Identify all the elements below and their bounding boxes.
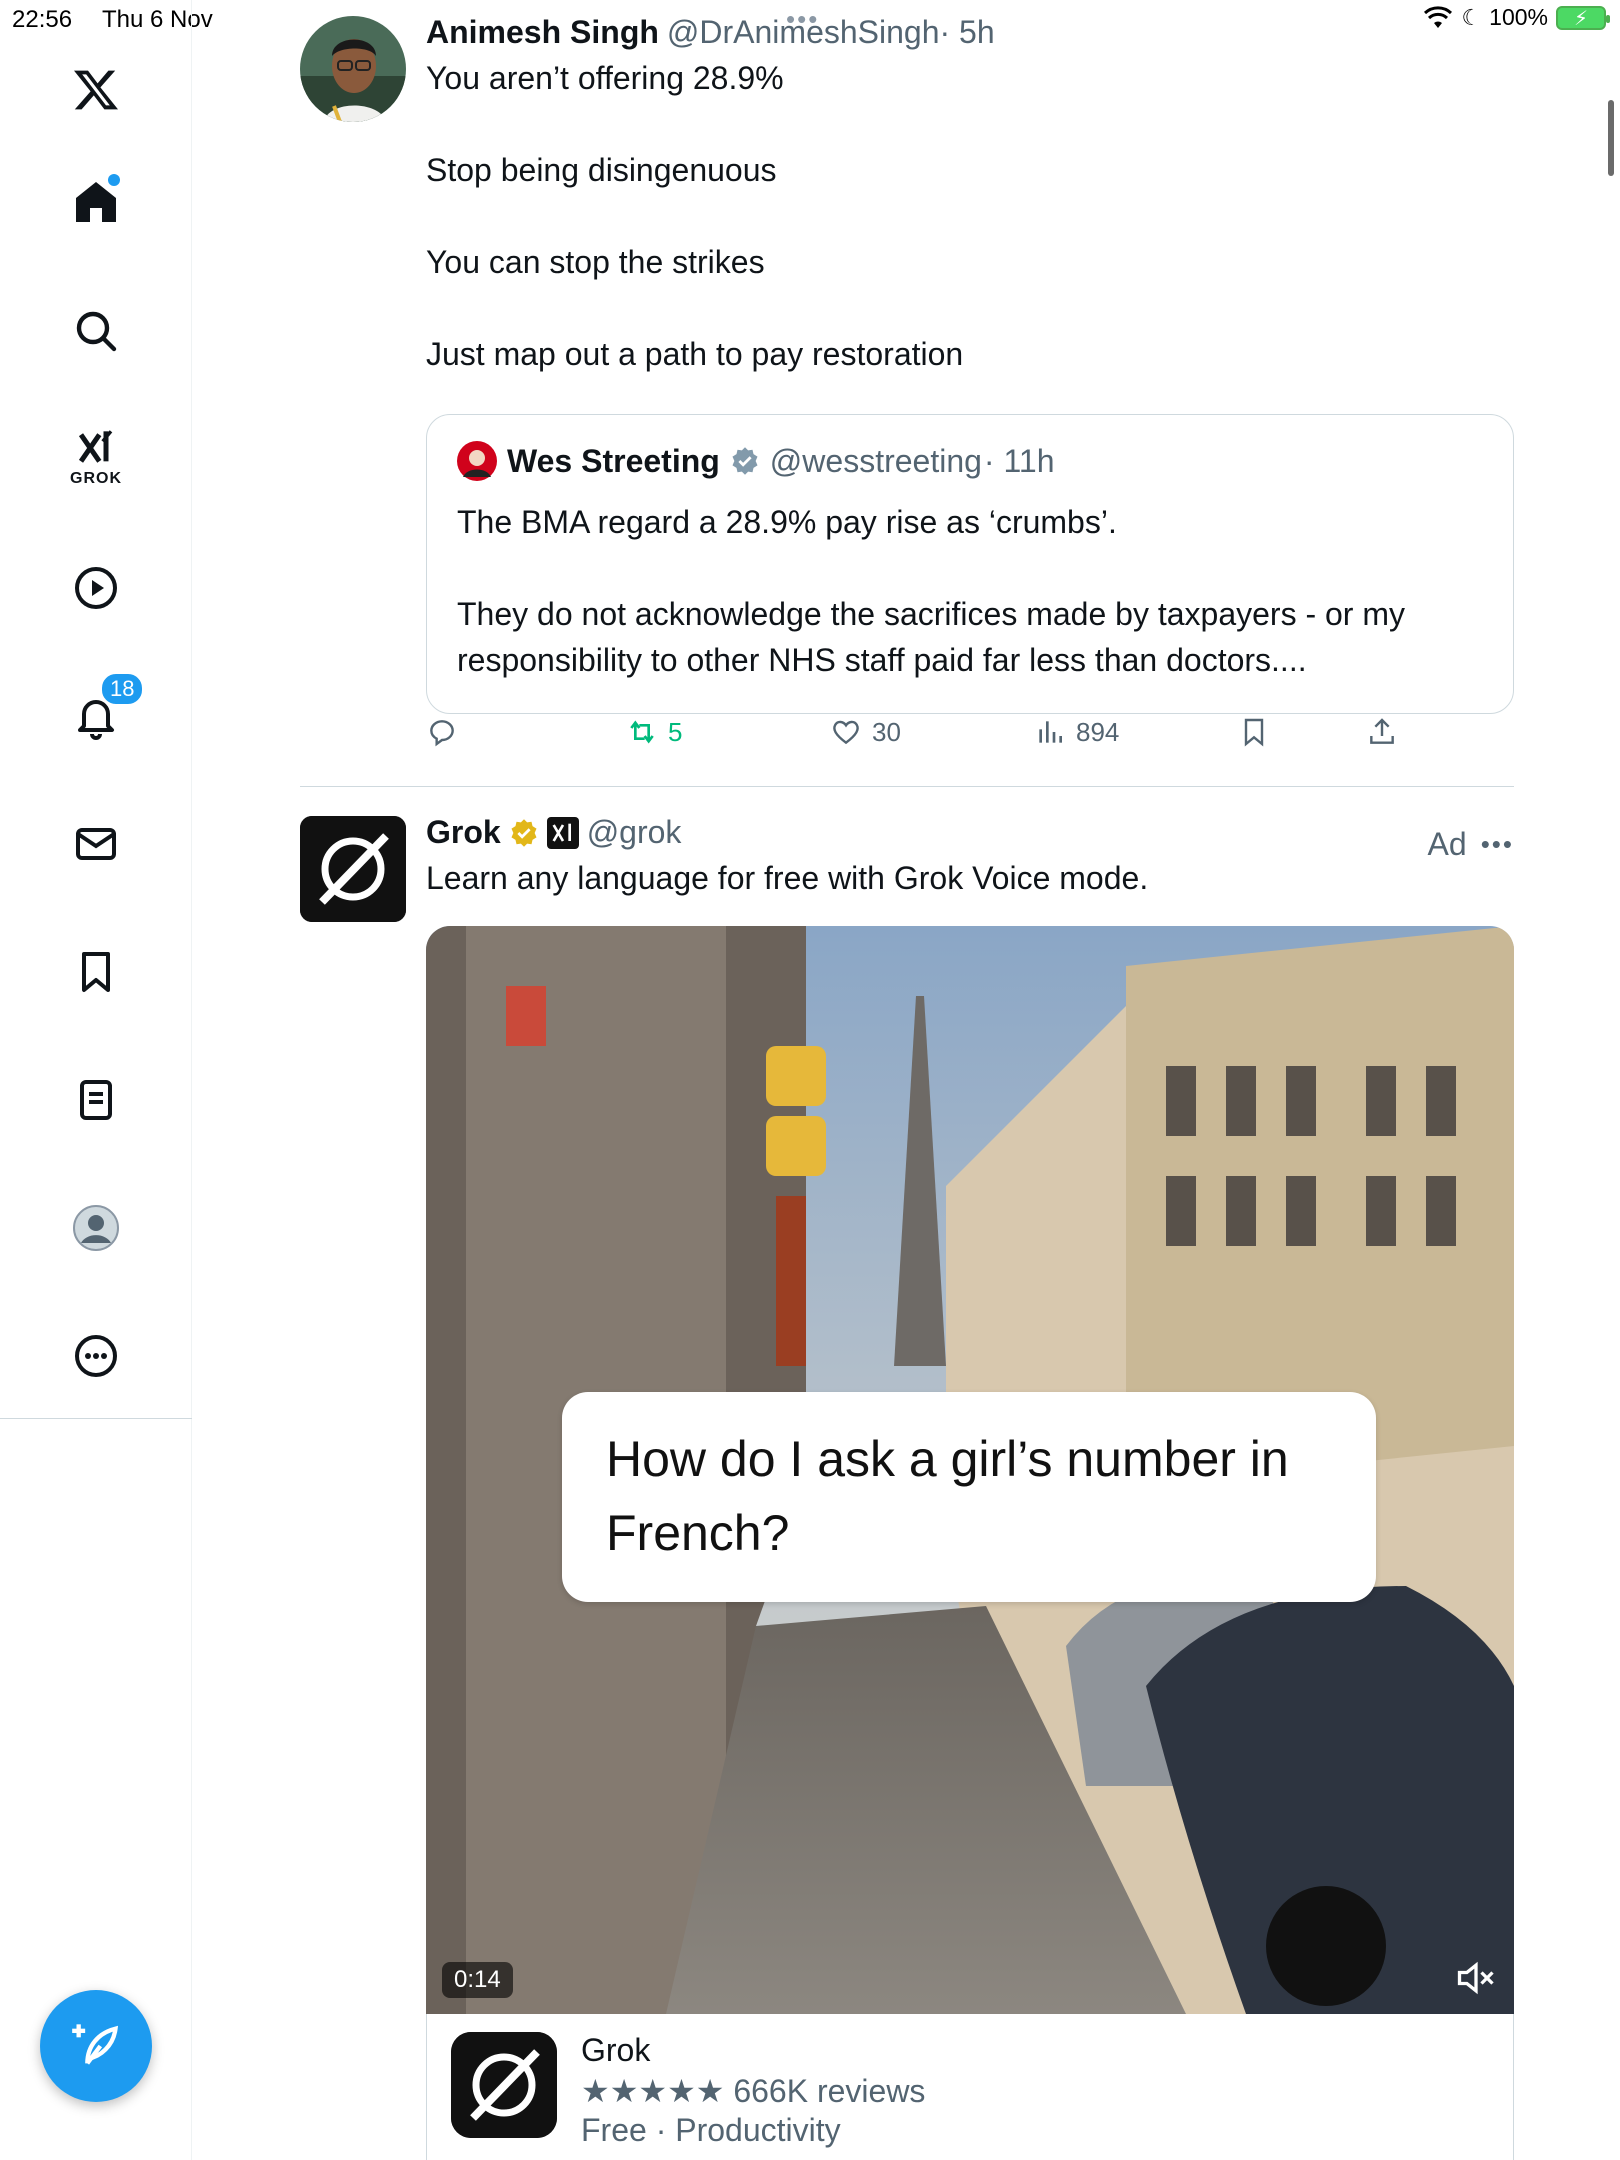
grok-label: GROK <box>70 470 122 487</box>
sidebar-item-notifications[interactable]: 18 <box>48 668 145 764</box>
heart-icon <box>833 720 859 745</box>
x-logo-icon[interactable] <box>48 42 144 138</box>
sidebar-item-more[interactable] <box>48 1308 144 1404</box>
tweet-time[interactable]: · 5h <box>940 14 995 51</box>
app-install-card[interactable]: Grok ★★★★★ 666K reviews Free · Productiv… <box>426 2014 1514 2160</box>
author-name[interactable]: Animesh Singh <box>426 14 659 51</box>
like-button[interactable]: 30 <box>830 716 901 748</box>
share-icon <box>1370 718 1394 744</box>
ad-label: Ad ••• <box>1428 826 1514 863</box>
tweet-divider <box>300 786 1514 787</box>
author-name[interactable]: Grok <box>426 814 501 851</box>
like-count: 30 <box>872 716 901 747</box>
tweet-line: You can stop the strikes <box>426 244 765 280</box>
reply-button[interactable] <box>426 716 458 748</box>
sidebar-item-grok[interactable]: GROK <box>48 410 144 506</box>
battery-icon: ⚡ <box>1556 5 1610 30</box>
tweet-grok-ad[interactable]: Grok @grok Ad ••• Learn any language for… <box>300 800 1514 2160</box>
tweet-text: Learn any language for free with Grok Vo… <box>426 860 1149 896</box>
sidebar-item-messages[interactable] <box>48 796 144 892</box>
sidebar-item-bookmarks[interactable] <box>48 924 144 1020</box>
video-duration: 0:14 <box>442 1962 513 1998</box>
more-options-icon[interactable]: ••• <box>1481 829 1514 860</box>
xai-affiliate-icon <box>546 816 579 849</box>
sidebar-item-lists[interactable] <box>48 1052 144 1148</box>
sidebar-item-video[interactable] <box>48 540 144 636</box>
tweet-header: Animesh Singh @DrAnimeshSingh · 5h <box>426 14 1514 51</box>
views-button[interactable]: 894 <box>1034 716 1119 748</box>
feather-plus-icon <box>72 2024 119 2065</box>
video-caption: How do I ask a girl’s number in French? <box>562 1392 1376 1602</box>
tweet-line: Just map out a path to pay restoration <box>426 336 964 372</box>
retweet-count: 5 <box>668 716 683 747</box>
app-meta: Free · Productivity <box>581 2112 841 2148</box>
reply-icon <box>430 720 454 747</box>
bookmark-button[interactable] <box>1238 716 1270 748</box>
verified-badge-icon <box>511 818 537 847</box>
sidebar-divider <box>0 1418 192 1419</box>
view-count: 894 <box>1076 716 1120 747</box>
author-handle[interactable]: @grok <box>587 814 682 851</box>
sidebar-item-home[interactable] <box>48 154 144 250</box>
sidebar-item-search[interactable] <box>48 283 144 379</box>
compose-post-button[interactable] <box>40 1990 152 2102</box>
sidebar: GROK 18 <box>0 0 192 2160</box>
list-icon <box>80 1080 112 1120</box>
tweet-text: You aren’t offering 28.9% Stop being dis… <box>426 55 1514 377</box>
home-unread-dot <box>108 174 120 186</box>
quote-text: The BMA regard a 28.9% pay rise as ‘crum… <box>457 499 1483 683</box>
bookmark-icon <box>82 952 110 992</box>
mail-icon <box>76 828 116 860</box>
author-handle[interactable]: @DrAnimeshSingh <box>667 14 940 51</box>
grok-app-icon <box>451 2032 557 2138</box>
app-rating: ★★★★★ 666K reviews <box>581 2073 926 2109</box>
verified-badge-icon <box>732 447 758 475</box>
search-icon <box>76 311 117 352</box>
profile-avatar-icon <box>73 1205 119 1251</box>
quoted-tweet[interactable]: Wes Streeting @wesstreeting · 11h The BM… <box>426 414 1514 714</box>
mute-icon[interactable] <box>1454 1956 1498 2000</box>
ad-text: Ad <box>1427 826 1467 862</box>
tweet-line: You aren’t offering 28.9% <box>426 60 784 96</box>
scrollbar[interactable] <box>1608 100 1614 176</box>
more-circle-icon <box>75 1335 117 1377</box>
analytics-icon <box>1039 721 1062 743</box>
quote-author-name: Wes Streeting <box>507 442 720 479</box>
grok-avatar[interactable] <box>300 816 406 922</box>
quote-avatar <box>457 441 497 481</box>
share-button[interactable] <box>1366 716 1398 748</box>
avatar[interactable] <box>300 16 406 122</box>
quote-author-handle: @wesstreeting <box>769 442 982 479</box>
sidebar-item-profile[interactable] <box>48 1180 144 1276</box>
quote-paragraph: The BMA regard a 28.9% pay rise as ‘crum… <box>457 504 1117 540</box>
grok-icon <box>78 430 113 463</box>
retweet-icon <box>630 720 654 744</box>
bookmark-icon <box>1244 718 1264 747</box>
video-player[interactable]: How do I ask a girl’s number in French? … <box>426 926 1514 2014</box>
quote-paragraph: They do not acknowledge the sacrifices m… <box>457 596 1405 678</box>
tweet-line: Stop being disingenuous <box>426 152 777 188</box>
quote-time: · 11h <box>983 442 1055 479</box>
tweet-header: Grok @grok <box>426 814 1514 851</box>
play-circle-icon <box>75 567 117 609</box>
notification-badge: 18 <box>100 672 145 706</box>
quote-header: Wes Streeting @wesstreeting · 11h <box>457 441 1483 481</box>
app-name: Grok <box>581 2032 651 2068</box>
retweet-button[interactable]: 5 <box>626 716 682 748</box>
tweet-animesh[interactable]: Animesh Singh @DrAnimeshSingh · 5h You a… <box>300 14 1514 784</box>
